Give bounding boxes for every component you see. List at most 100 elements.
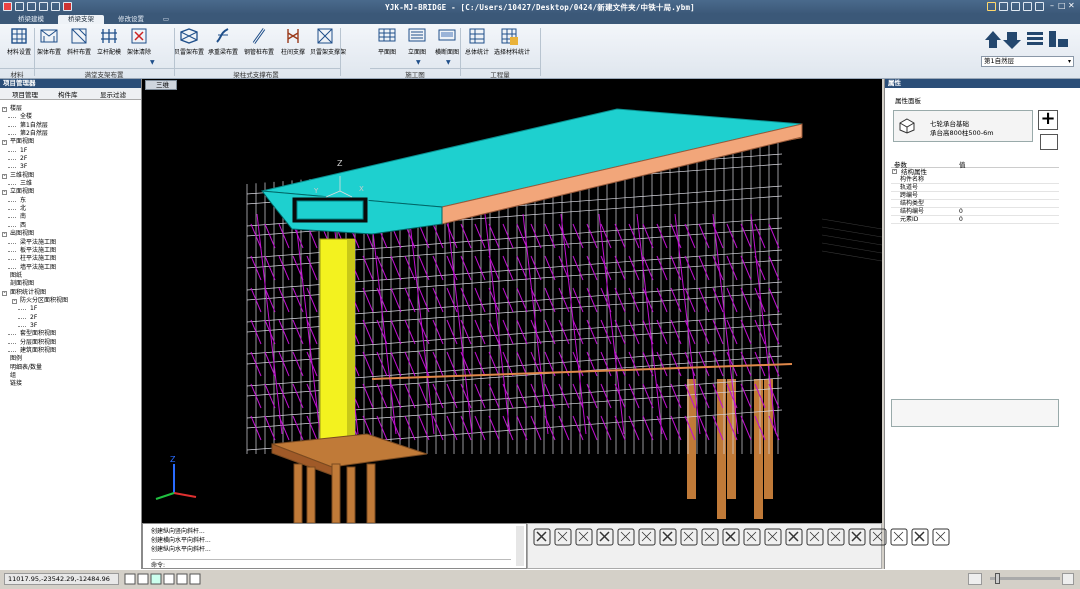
ribbon-button-grid[interactable]: 材料设置 — [4, 27, 34, 67]
dropdown-arrow-icon[interactable]: ▼ — [416, 59, 421, 66]
layout-icon[interactable] — [1035, 2, 1044, 11]
prop-rows: 构件名称 轨道号 跨编号 结构类型 结构编号 0 元素ID 0 — [891, 176, 1059, 224]
maximize-button[interactable]: □ — [1058, 1, 1066, 10]
ribbon-button-diagonal[interactable]: 斜杆布置 — [64, 27, 94, 67]
ribbon-button-stats[interactable]: 总体统计 — [462, 27, 492, 67]
tree-node[interactable]: - 三维视图 — [2, 172, 140, 180]
info-icon[interactable] — [1011, 2, 1020, 11]
tree-node[interactable]: 东 — [2, 197, 140, 205]
tree-node[interactable]: - 防火分区面积视图 — [2, 297, 140, 305]
dropdown-arrow-icon[interactable]: ▼ — [150, 59, 155, 66]
tree-expand-toggle[interactable]: - — [2, 232, 7, 238]
ribbon-button-pile[interactable]: 钢管桩布置 — [244, 27, 274, 67]
tree-node-label: 面积统计视图 — [10, 288, 47, 296]
tree-node[interactable]: 图纸 — [2, 272, 140, 280]
prop-row[interactable]: 跨编号 — [891, 192, 1059, 200]
floor-select[interactable]: 第1自然层 ▾ — [981, 56, 1074, 67]
zoom-out-button[interactable] — [968, 573, 982, 585]
tree-node[interactable]: 1F — [2, 147, 140, 155]
tree-node[interactable]: 建筑面积视图 — [2, 347, 140, 355]
ribbon-button-label: 贝雷架支撑架 — [310, 49, 347, 56]
ribbon-button-pole[interactable]: 立杆配模 — [94, 27, 124, 67]
ribbon-button-beam[interactable]: 承重梁布置 — [208, 27, 238, 67]
prop-row[interactable]: 结构编号 0 — [891, 208, 1059, 216]
prop-row[interactable]: 元素ID 0 — [891, 216, 1059, 224]
tree-node[interactable]: - 平面视图 — [2, 138, 140, 146]
ribbon-button-material-stats[interactable]: 选择材料统计 — [494, 27, 531, 67]
tree-node[interactable]: 南 — [2, 213, 140, 221]
tab-bridge-support[interactable]: 桥梁支架 — [58, 15, 104, 24]
tree-node[interactable]: 分层面积视图 — [2, 339, 140, 347]
tree-expand-toggle[interactable]: - — [2, 190, 7, 196]
command-scrollbar[interactable] — [516, 526, 524, 566]
close-button[interactable]: ✕ — [1068, 1, 1075, 10]
beam-icon — [216, 28, 229, 43]
tree-node[interactable]: 2F — [2, 155, 140, 163]
tree-node[interactable]: 全楼 — [2, 113, 140, 121]
edit-type-icon[interactable] — [1040, 134, 1058, 150]
tree-expand-toggle[interactable]: - — [12, 298, 17, 304]
add-type-button[interactable]: + — [1038, 110, 1058, 130]
tree-node[interactable]: 套型面积视图 — [2, 330, 140, 338]
ribbon-button-support[interactable]: 贝雷架支撑架 — [310, 27, 347, 67]
tab-bridge-modeling[interactable]: 桥梁建模 — [10, 15, 52, 24]
tab-display-filter[interactable]: 显示过滤 — [90, 90, 126, 101]
tree-node[interactable]: 图例 — [2, 355, 140, 363]
3d-viewport[interactable]: Z X Y Z — [142, 79, 882, 523]
tree-node[interactable]: 1F — [2, 305, 140, 313]
tree-node[interactable]: 3F — [2, 163, 140, 171]
ribbon-button-plan[interactable]: 平面图 — [372, 27, 402, 67]
tree-expand-toggle[interactable]: - — [2, 107, 7, 112]
navigation-icons[interactable] — [983, 28, 1078, 50]
tab-project-management[interactable]: 项目管理 — [2, 90, 38, 101]
chevron-down-icon: ▾ — [1067, 58, 1071, 65]
tree-node[interactable]: - 立面视图 — [2, 188, 140, 196]
box-girder-deck — [260, 108, 803, 235]
prop-row[interactable]: 构件名称 — [891, 176, 1059, 184]
view-tool-icons[interactable] — [531, 527, 981, 547]
ribbon-collapse-icon[interactable]: ▭ — [160, 15, 172, 24]
tree-node[interactable]: 板平法施工图 — [2, 247, 140, 255]
zoom-slider-thumb[interactable] — [995, 573, 1000, 584]
tab-component-library[interactable]: 构件库 — [48, 90, 78, 101]
tree-node[interactable]: - 面积统计视图 — [2, 289, 140, 297]
tree-expand-toggle[interactable]: - — [2, 290, 7, 296]
tree-node[interactable]: 梁平法施工图 — [2, 239, 140, 247]
dropdown-arrow-icon[interactable]: ▼ — [446, 59, 451, 66]
tree-node[interactable]: 明细表/数量 — [2, 364, 140, 372]
tree-node[interactable]: 西 — [2, 222, 140, 230]
type-selector[interactable]: 七轮承台基础 承台高800柱500-6m — [893, 110, 1033, 142]
tree-node[interactable]: - 出图视图 — [2, 230, 140, 238]
tree-node[interactable]: 墙平法施工图 — [2, 264, 140, 272]
tree-expand-toggle[interactable]: - — [2, 140, 7, 146]
help-icon[interactable] — [999, 2, 1008, 11]
prop-group-structure[interactable]: - 结构属性 — [891, 168, 1059, 176]
ribbon-button-label: 承重梁布置 — [208, 49, 239, 56]
ribbon-button-bailey[interactable]: 贝雷架布置 — [174, 27, 204, 67]
zoom-in-button[interactable] — [1062, 573, 1074, 585]
prop-key: 轨道号 — [900, 184, 919, 191]
tree-node[interactable]: 剖面视图 — [2, 280, 140, 288]
tree-expand-toggle[interactable]: - — [2, 173, 7, 179]
ribbon-button-frame[interactable]: 架体布置 — [34, 27, 64, 67]
minimize-button[interactable]: – — [1050, 1, 1054, 10]
tree-node-label: 第1自然层 — [20, 121, 48, 129]
frame-icon — [40, 29, 58, 43]
tree-node[interactable]: 链接 — [2, 380, 140, 388]
snap-toggles[interactable] — [124, 573, 214, 585]
viewport-tab-3d[interactable]: 三维 — [145, 80, 177, 90]
star-icon[interactable] — [1023, 2, 1032, 11]
ribbon-button-label: 选择材料统计 — [494, 49, 531, 56]
tree-node[interactable]: 2F — [2, 314, 140, 322]
download-icon[interactable] — [987, 2, 996, 11]
zoom-slider[interactable] — [990, 577, 1060, 580]
command-input[interactable]: 命令: — [151, 559, 511, 569]
tab-modify-settings[interactable]: 修改设置 — [110, 15, 152, 24]
tree-node[interactable]: 柱平法施工图 — [2, 255, 140, 263]
tree-node[interactable]: 第1自然层 — [2, 122, 140, 130]
tree-node[interactable]: 组 — [2, 372, 140, 380]
prop-row[interactable]: 结构类型 — [891, 200, 1059, 208]
bridge-model-render[interactable]: Z X Y Z — [142, 79, 882, 523]
ribbon-button-brace[interactable]: 柱间支撑 — [278, 27, 308, 67]
prop-row[interactable]: 轨道号 — [891, 184, 1059, 192]
